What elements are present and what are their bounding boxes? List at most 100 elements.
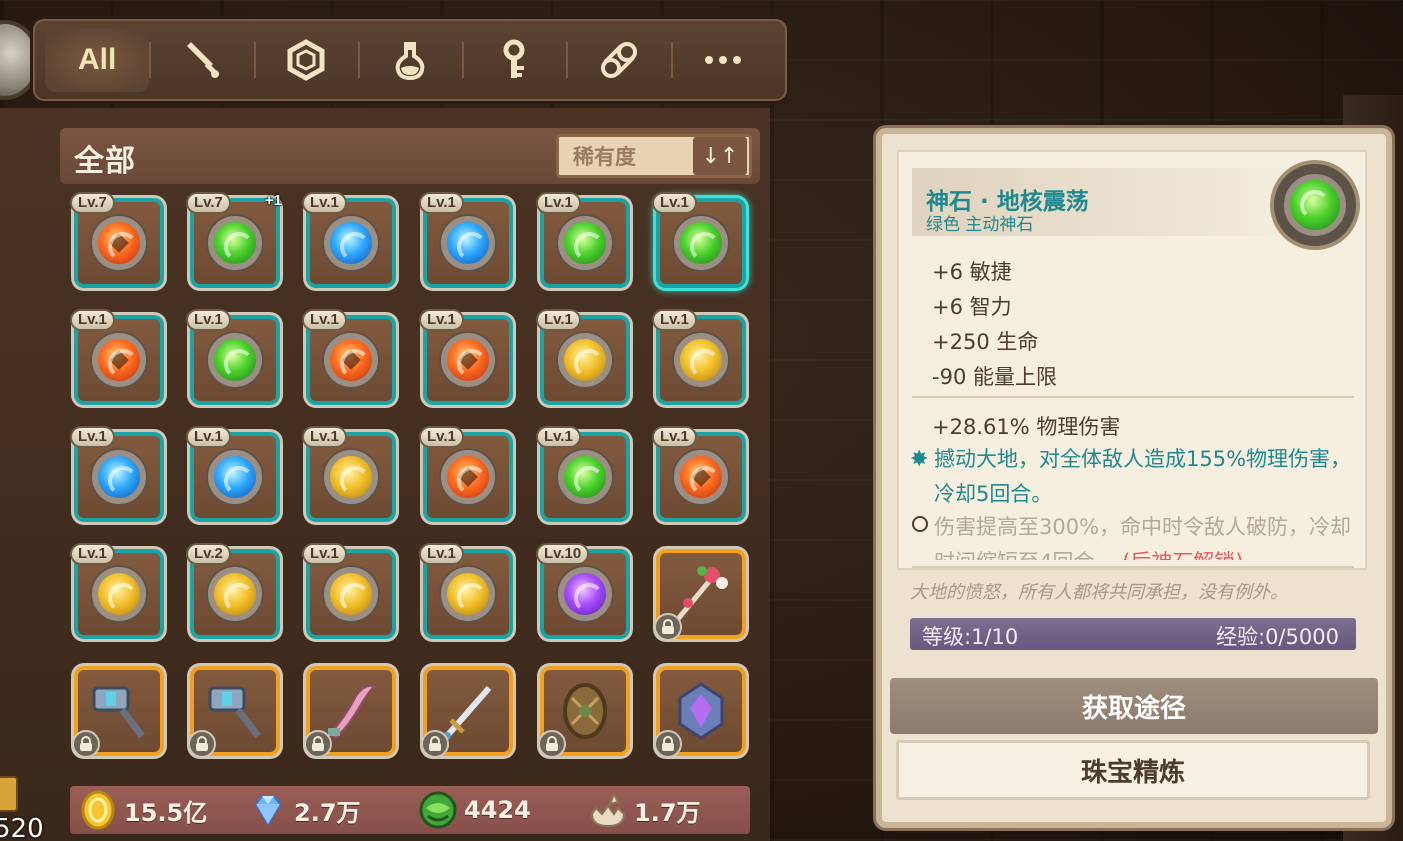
level-badge: Lv.7: [186, 192, 231, 214]
gem-slot-frame: Lv.1: [70, 543, 160, 635]
level-badge: Lv.1: [652, 426, 697, 448]
gem-slot[interactable]: Lv.1: [302, 192, 396, 288]
egg-amount: 1.7万: [634, 798, 701, 827]
gem-slot-frame: Lv.1: [302, 192, 392, 284]
equipment-slot[interactable]: [654, 666, 746, 758]
chest-icon[interactable]: [0, 776, 18, 812]
lock-icon: [654, 613, 682, 641]
currency-green-orb: 4424: [410, 790, 580, 830]
obtain-source-button[interactable]: 获取途径: [890, 678, 1378, 734]
level-badge: Lv.1: [70, 309, 115, 331]
gold-amount: 15.5亿: [124, 798, 208, 827]
gem-slot[interactable]: Lv.1: [186, 309, 280, 405]
stat-line: +6 智力: [932, 295, 1012, 319]
gem-slot[interactable]: Lv.1: [536, 192, 630, 288]
stat-line: +250 生命: [932, 330, 1039, 354]
level-badge: Lv.1: [419, 426, 464, 448]
gem-slot[interactable]: Lv.7: [70, 192, 164, 288]
yellow-gem-icon: [92, 567, 146, 621]
gem-slot[interactable]: Lv.1: [536, 309, 630, 405]
gem-slot[interactable]: Lv.1: [302, 309, 396, 405]
gem-slot[interactable]: Lv.10: [536, 543, 630, 639]
gem-slot[interactable]: Lv.1: [302, 543, 396, 639]
green-gem-icon: [208, 216, 262, 270]
currency-bar: 15.5亿 2.7万 4424 1.7万: [70, 786, 750, 834]
star-icon: ✸: [910, 447, 929, 472]
green-orb-amount: 4424: [464, 796, 531, 824]
gem-slot[interactable]: Lv.1: [536, 426, 630, 522]
gem-slot[interactable]: Lv.1: [419, 192, 513, 288]
yellow-gem-icon: [441, 567, 495, 621]
equipment-slot[interactable]: [304, 666, 396, 758]
equipment-slot-frame: [654, 670, 742, 758]
gem-slot[interactable]: Lv.1: [652, 309, 746, 405]
level-badge: Lv.2: [186, 543, 231, 565]
green-gem-icon: [558, 450, 612, 504]
blue-gem-icon: [92, 450, 146, 504]
gem-slot[interactable]: Lv.1: [70, 426, 164, 522]
level-label: 等级:1/10: [922, 625, 1019, 649]
red-gem-icon: [92, 333, 146, 387]
level-badge: Lv.1: [70, 426, 115, 448]
level-badge: Lv.1: [419, 192, 464, 214]
gem-slot-frame: Lv.1: [186, 426, 276, 518]
green-gem-icon: [558, 216, 612, 270]
level-badge: Lv.1: [419, 543, 464, 565]
diamond-amount: 2.7万: [294, 798, 361, 827]
green-orb-icon: [419, 791, 457, 829]
gem-slot[interactable]: Lv.2: [186, 543, 280, 639]
stat-line: +6 敏捷: [932, 260, 1012, 284]
lock-icon: [421, 730, 449, 758]
gem-slot-frame: Lv.1: [419, 426, 509, 518]
equipment-slot[interactable]: [72, 666, 164, 758]
gem-slot-frame: Lv.1: [536, 192, 626, 284]
gem-slot[interactable]: Lv.7 +1: [186, 192, 282, 288]
equipment-slot[interactable]: [188, 666, 280, 758]
level-badge: Lv.1: [652, 309, 697, 331]
chest-amount: 520: [0, 814, 44, 841]
yellow-gem-icon: [324, 567, 378, 621]
lock-icon: [654, 730, 682, 758]
level-badge: Lv.1: [302, 192, 347, 214]
equipment-slot[interactable]: [421, 666, 513, 758]
red-gem-icon: [324, 333, 378, 387]
equipment-slot[interactable]: [654, 549, 746, 641]
equipment-slot[interactable]: [538, 666, 630, 758]
gem-slot[interactable]: Lv.1: [652, 426, 746, 522]
blue-gem-icon: [208, 450, 262, 504]
skill-description: 撼动大地，对全体敌人造成155%物理伤害，冷却5回合。: [934, 447, 1352, 506]
gem-slot-frame: Lv.1: [186, 309, 276, 401]
level-badge: Lv.10: [536, 543, 590, 565]
red-gem-icon: [441, 450, 495, 504]
gold-coin-icon: [81, 790, 115, 830]
equipment-slot-frame: [654, 553, 742, 641]
gem-slot[interactable]: Lv.1: [70, 543, 164, 639]
plus-badge: +1: [264, 192, 282, 209]
flavor-text: 大地的愤怒，所有人都将共同承担，没有例外。: [910, 582, 1288, 603]
gem-slot-frame: Lv.7 +1: [186, 192, 282, 284]
currency-gold: 15.5亿: [70, 790, 240, 830]
yellow-gem-icon: [324, 450, 378, 504]
gem-slot[interactable]: Lv.1: [652, 192, 746, 288]
divider: [912, 566, 1354, 568]
red-gem-icon: [441, 333, 495, 387]
jewel-refine-button[interactable]: 珠宝精炼: [896, 740, 1370, 800]
lock-icon: [304, 730, 332, 758]
item-type: 绿色 主动神石: [926, 215, 1034, 235]
lock-icon: [538, 730, 566, 758]
gem-slot[interactable]: Lv.1: [419, 543, 513, 639]
gem-slot[interactable]: Lv.1: [419, 309, 513, 405]
gem-slot[interactable]: Lv.1: [419, 426, 513, 522]
level-badge: Lv.7: [70, 192, 115, 214]
gem-slot-frame: Lv.1: [419, 309, 509, 401]
level-badge: Lv.1: [302, 543, 347, 565]
level-badge: Lv.1: [302, 426, 347, 448]
level-badge: Lv.1: [652, 192, 697, 214]
yellow-gem-icon: [558, 333, 612, 387]
gem-slot[interactable]: Lv.1: [186, 426, 280, 522]
equipment-slot-frame: [188, 670, 276, 758]
gem-slot-frame: Lv.2: [186, 543, 276, 635]
gem-slot[interactable]: Lv.1: [302, 426, 396, 522]
locked-skill-description[interactable]: 伤害提高至300%，命中时令敌人破防，冷却时间缩短至4回合。 (后神石解锁): [934, 510, 1354, 560]
gem-slot[interactable]: Lv.1: [70, 309, 164, 405]
